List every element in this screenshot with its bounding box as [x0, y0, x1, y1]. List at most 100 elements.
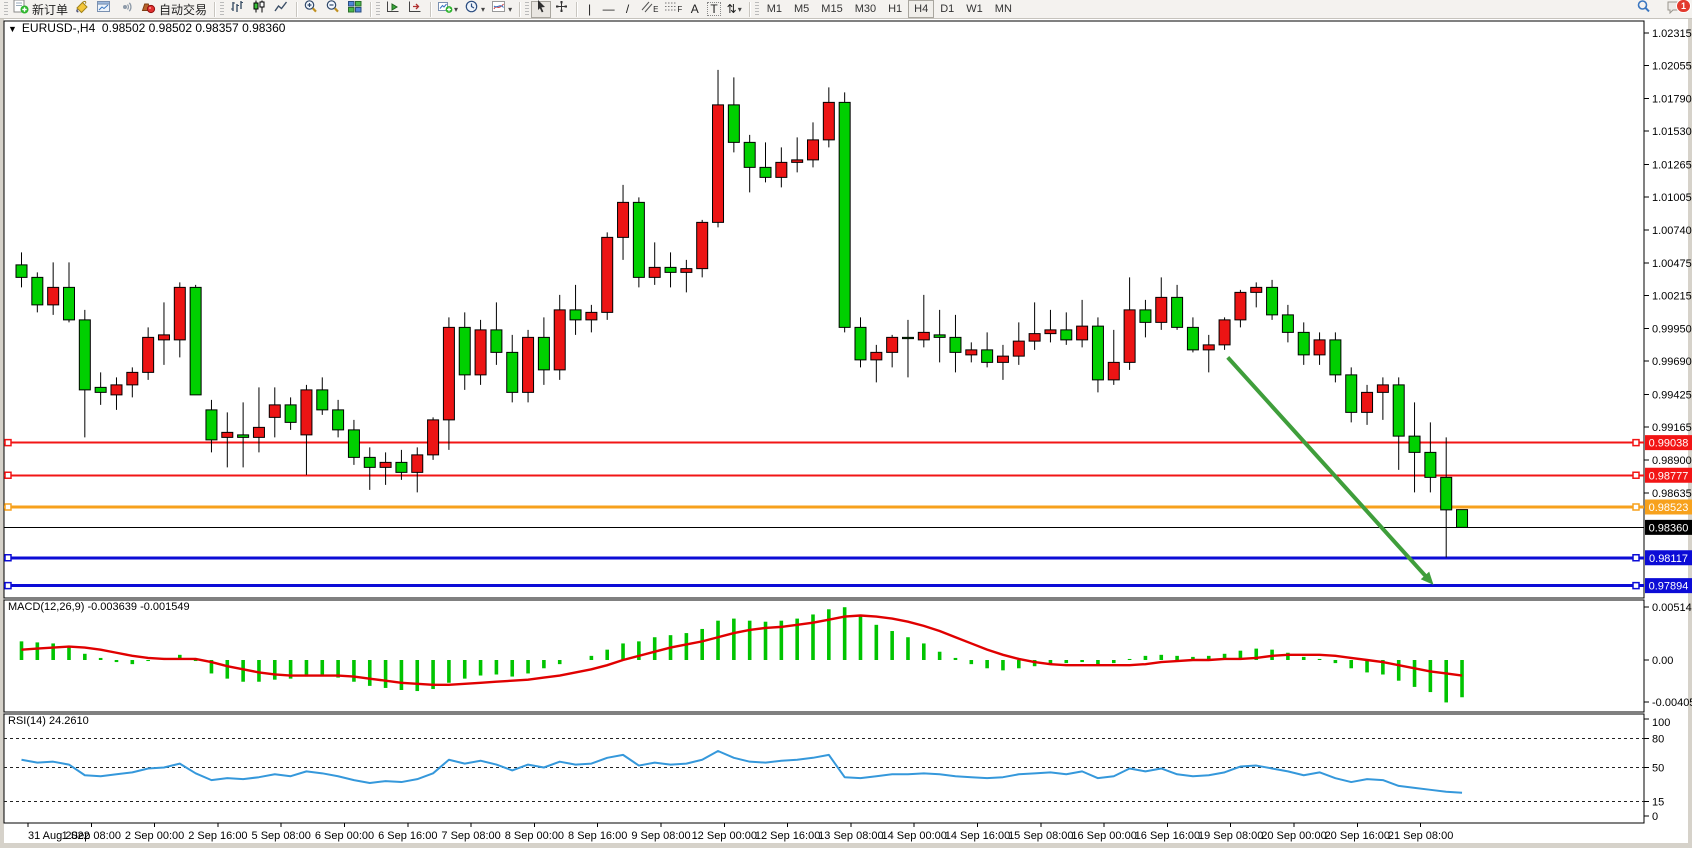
candle-body: [1045, 330, 1056, 334]
price-tick-label: 1.00215: [1652, 291, 1692, 303]
equidistant-channel-tool-button[interactable]: E: [637, 1, 661, 18]
paint-bucket-icon: [74, 0, 90, 19]
search-button[interactable]: [1633, 1, 1655, 18]
toolbar-separator: [296, 2, 297, 17]
indicators-button[interactable]: ▾: [488, 1, 515, 18]
time-tick-label: 6 Sep 16:00: [378, 830, 437, 842]
timeframe-button-m30[interactable]: M30: [849, 0, 882, 18]
toolbar-separator: [430, 2, 431, 17]
timeframe-button-m15[interactable]: M15: [815, 0, 848, 18]
tile-windows-icon: [347, 0, 363, 19]
time-tick-label: 20 Sep 00:00: [1261, 830, 1326, 842]
line-handle[interactable]: [1633, 583, 1639, 589]
price-tick-label: 0.99690: [1652, 356, 1692, 368]
window-left-edge: [0, 19, 4, 848]
candlestick-mode-button[interactable]: [248, 1, 270, 18]
candle-body: [190, 287, 201, 395]
toolbar-separator: [519, 2, 520, 17]
candle-body: [1219, 320, 1230, 345]
price-badge-label: 0.98360: [1649, 522, 1689, 534]
line-handle[interactable]: [1633, 555, 1639, 561]
toolbar-separator: [370, 2, 371, 17]
candle-body: [1267, 287, 1278, 315]
candle-body: [1077, 326, 1088, 340]
candle-body: [538, 337, 549, 370]
line-handle[interactable]: [5, 440, 11, 446]
symbol-dropdown-icon[interactable]: ▼: [8, 24, 17, 34]
notifications-button[interactable]: 1: [1663, 1, 1686, 18]
fibonacci-tool-button[interactable]: F: [661, 1, 685, 18]
line-handle[interactable]: [5, 504, 11, 510]
crosshair-tool-button[interactable]: [551, 1, 572, 18]
candle-body: [285, 405, 296, 423]
tile-windows-button[interactable]: [344, 1, 366, 18]
text-label-tool-button[interactable]: T: [704, 1, 723, 18]
candle-body: [823, 102, 834, 140]
trendline-tool-button[interactable]: /: [618, 1, 637, 18]
text-tool-button[interactable]: A: [685, 1, 704, 18]
price-badge: 0.98360: [1645, 520, 1692, 535]
timeframe-button-m1[interactable]: M1: [761, 0, 788, 18]
timeframe-button-mn[interactable]: MN: [989, 0, 1018, 18]
chart-profile-button[interactable]: [93, 1, 115, 18]
candle-body: [63, 287, 74, 320]
arrows-tool-button[interactable]: ⇅ ▾: [724, 1, 745, 18]
candle-body: [1251, 287, 1262, 292]
new-order-button[interactable]: 新订单: [10, 1, 71, 18]
line-handle[interactable]: [1633, 472, 1639, 478]
cursor-tool-button[interactable]: [531, 1, 551, 18]
rsi-tick-label: 0: [1652, 811, 1658, 823]
vertical-line-icon: |: [588, 3, 591, 15]
auto-scroll-button[interactable]: [382, 1, 404, 18]
line-chart-icon: [273, 0, 289, 19]
candle-body: [206, 410, 217, 440]
candle-body: [760, 167, 771, 177]
candle-body: [428, 420, 439, 455]
candle-body: [333, 410, 344, 430]
timeframe-button-h4[interactable]: H4: [908, 0, 934, 18]
candle-body: [380, 462, 391, 467]
zoom-out-button[interactable]: [322, 1, 344, 18]
timeframe-button-w1[interactable]: W1: [960, 0, 989, 18]
line-handle[interactable]: [1633, 504, 1639, 510]
candle-body: [1298, 332, 1309, 355]
timeframe-button-m5[interactable]: M5: [788, 0, 815, 18]
line-handle[interactable]: [1633, 440, 1639, 446]
price-badge-label: 0.99038: [1649, 438, 1689, 450]
time-tick-label: 7 Sep 08:00: [441, 830, 500, 842]
sound-alert-button[interactable]: [115, 1, 137, 18]
new-chart-button[interactable]: ▾: [434, 1, 461, 18]
price-tick-label: 0.99950: [1652, 324, 1692, 336]
line-handle[interactable]: [5, 555, 11, 561]
paint-bucket-button[interactable]: [71, 1, 93, 18]
candle-body: [269, 405, 280, 418]
horizontal-line-tool-button[interactable]: —: [599, 1, 618, 18]
bar-chart-mode-button[interactable]: [226, 1, 248, 18]
candle-body: [697, 222, 708, 268]
price-tick-label: 1.01790: [1652, 94, 1692, 106]
timeframe-button-h1[interactable]: H1: [882, 0, 908, 18]
indicators-icon: [491, 0, 507, 19]
candle-body: [1108, 362, 1119, 380]
time-tick-label: 16 Sep 00:00: [1071, 830, 1136, 842]
vertical-line-tool-button[interactable]: |: [580, 1, 599, 18]
line-chart-mode-button[interactable]: [270, 1, 292, 18]
price-badge-label: 0.98523: [1649, 502, 1689, 514]
time-tick-label: 8 Sep 16:00: [568, 830, 627, 842]
chart-shift-button[interactable]: [404, 1, 426, 18]
candle-body: [950, 337, 961, 352]
timeframe-button-d1[interactable]: D1: [934, 0, 960, 18]
candle-body: [48, 287, 59, 305]
zoom-in-button[interactable]: [300, 1, 322, 18]
time-tick-label: 1 Sep 08:00: [62, 830, 121, 842]
auto-trading-button[interactable]: 自动交易: [137, 1, 210, 18]
line-handle[interactable]: [5, 583, 11, 589]
candle-body: [1061, 330, 1072, 340]
chart-canvas[interactable]: 1.023151.020551.017901.015301.012651.010…: [0, 0, 1692, 848]
candle-body: [507, 352, 518, 392]
candle-body: [1457, 510, 1468, 528]
line-handle[interactable]: [5, 472, 11, 478]
profiles-button[interactable]: ▾: [461, 1, 488, 18]
candle-body: [982, 350, 993, 363]
price-tick-label: 0.98900: [1652, 455, 1692, 467]
